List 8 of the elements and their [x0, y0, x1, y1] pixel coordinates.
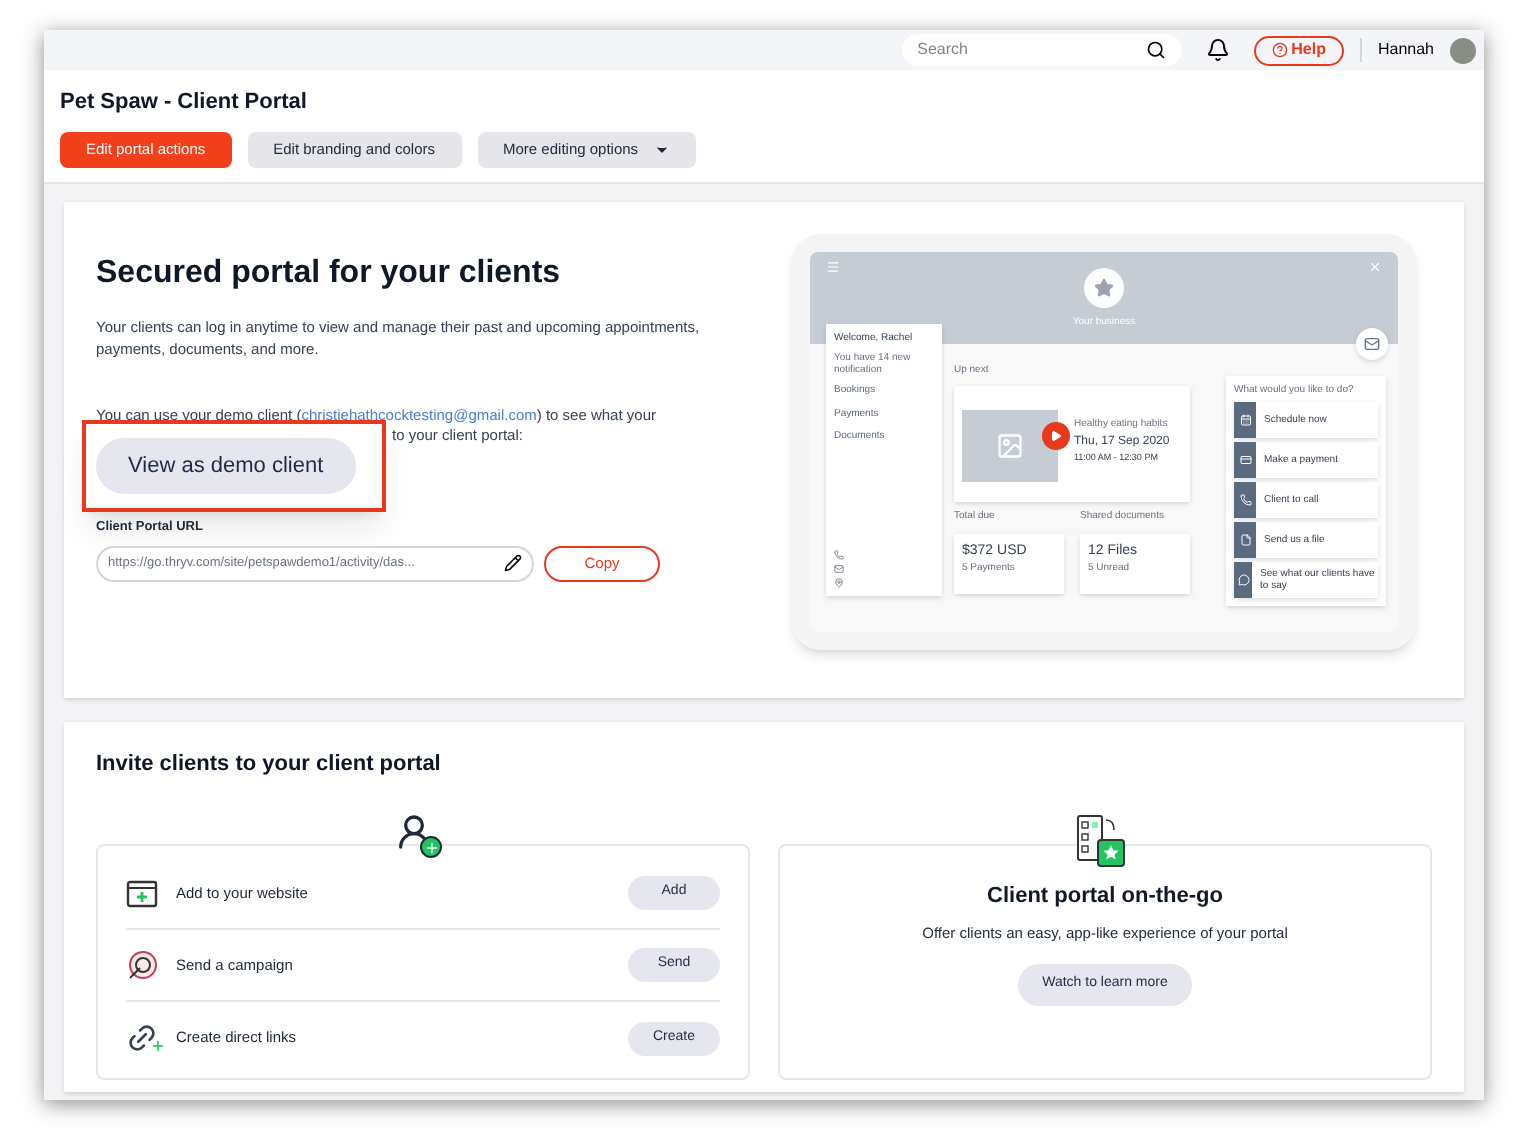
- portal-title: Secured portal for your clients: [96, 253, 563, 293]
- page-title: Pet Spaw - Client Portal: [60, 88, 309, 118]
- view-demo-button[interactable]: View as demo client: [96, 437, 356, 494]
- help-button[interactable]: Help: [1253, 35, 1344, 65]
- search-field[interactable]: Search: [901, 34, 1182, 66]
- user-name[interactable]: Hannah: [1359, 38, 1434, 62]
- invite-title: Invite clients to your client portal: [96, 749, 443, 779]
- mobile-title: Client portal on-the-go: [987, 882, 1223, 912]
